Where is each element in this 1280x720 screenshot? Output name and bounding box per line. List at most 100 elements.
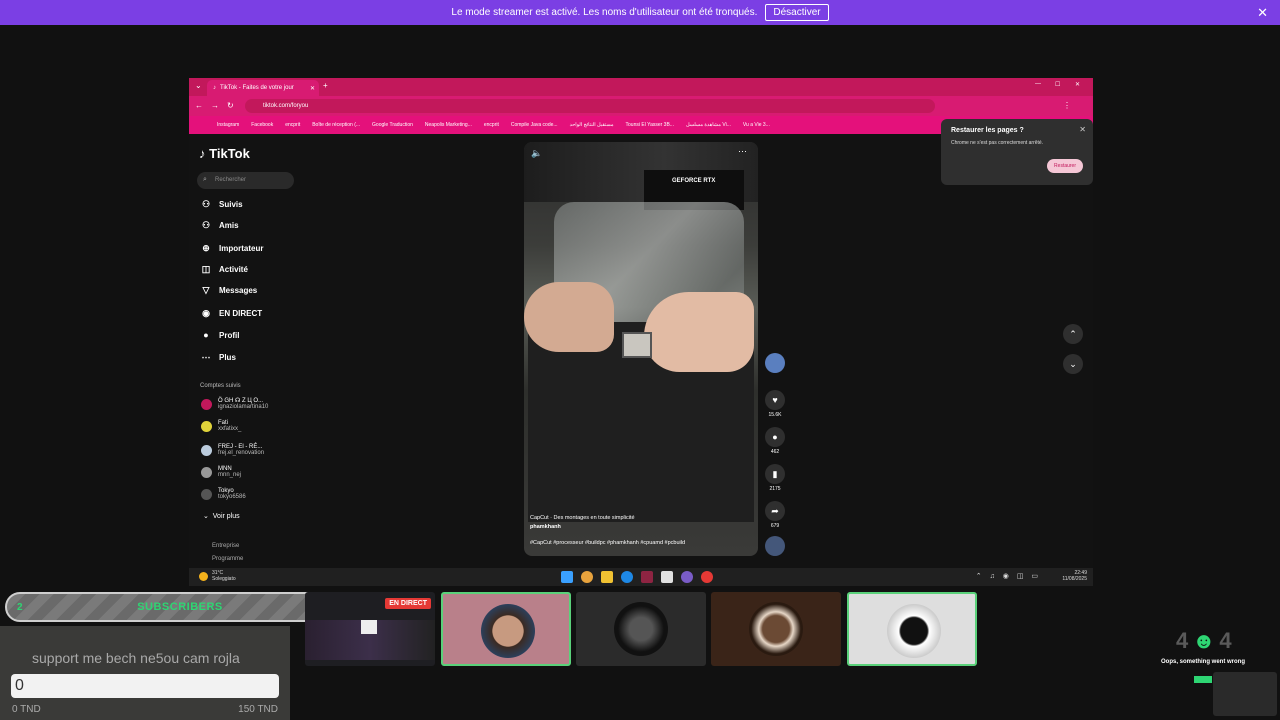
address-bar: ← → ↻ tiktok.com/foryou ⋮ [189,96,1093,116]
new-tab-icon[interactable]: + [323,81,328,90]
taskbar-apps [561,571,713,583]
gpu-box-label: GEFORCE RTX [672,178,716,184]
bookmark-item[interactable]: Compile Java code... [511,122,558,128]
nav-item-profil[interactable]: ● Profil [201,330,239,340]
more-icon: ⋯ [201,352,211,362]
capcut-label[interactable]: CapCut · Des montages en toute simplicit… [530,514,635,523]
app-icon[interactable] [641,571,653,583]
obs-icon[interactable] [681,571,693,583]
close-icon[interactable]: ✕ [1079,125,1086,134]
hand [524,282,614,352]
tiktok-favicon-icon: ♪ [213,85,216,91]
recording-icon[interactable] [701,571,713,583]
avatar [201,488,212,500]
search-input[interactable]: Rechercher [197,172,294,189]
participant-cam[interactable] [441,592,571,666]
bookmark-item[interactable]: encprit [484,122,499,128]
video-caption: CapCut · Des montages en toute simplicit… [530,514,635,532]
store-icon[interactable] [661,571,673,583]
browser-tab[interactable]: ♪ TikTok - Faites de votre jour ✕ [207,80,319,96]
nav-item-messages[interactable]: ▽ Messages [201,285,258,295]
video-hashtags[interactable]: #CapCut #processeur #buildpc #phamkhanh … [530,540,685,546]
profile-menu-icon[interactable]: ⋮ [1063,101,1071,110]
nav-item-plus[interactable]: ⋯ Plus [201,352,236,362]
popup-title: Restaurer les pages ? [951,127,1024,134]
error-widget-code: 4☻4 [1176,628,1236,653]
participant-cam[interactable] [576,592,706,666]
reload-icon[interactable]: ↻ [227,101,234,110]
system-tray-icons[interactable]: ⌃ ♫ ◉ ◫ ▭ [976,572,1041,580]
like-button[interactable]: ♥ 15.6K [763,390,787,418]
file-explorer-icon[interactable] [601,571,613,583]
maximize-icon[interactable]: ☐ [1055,81,1060,88]
avatar [481,604,535,658]
bookmark-item[interactable]: encprit [285,122,300,128]
followed-account[interactable]: FREJ - El - RÉ... frej.el_renovation [201,444,264,456]
banner-text: Le mode streamer est activé. Les noms d'… [451,7,758,18]
bookmark-item[interactable]: Facebook [251,122,273,128]
bookmark-item[interactable]: Tounsi El Yasser 3B... [626,122,674,128]
footer-link[interactable]: Programme [212,556,243,562]
donation-max: 150 TND [238,704,278,715]
chrome-icon[interactable] [581,571,593,583]
bookmark-item[interactable]: Instagram [217,122,239,128]
comment-button[interactable]: ● 462 [763,427,787,455]
url-input[interactable]: tiktok.com/foryou [245,99,935,113]
weather-widget[interactable]: 31°C Soleggiato [199,570,236,582]
bookmark-item[interactable]: مستقبل النتائج الواحد [570,122,614,128]
creator-avatar[interactable] [763,353,787,375]
bookmark-item[interactable]: Neapolis Marketing... [425,122,472,128]
edge-icon[interactable] [621,571,633,583]
messages-icon: ▽ [202,285,210,295]
followed-account[interactable]: MNN mnn_nej [201,466,241,478]
bookmark-item[interactable]: Google Traduction [372,122,413,128]
bookmark-item[interactable]: Vu a Vie 3... [743,122,770,128]
tab-close-icon[interactable]: ✕ [310,85,315,92]
chevron-up-icon[interactable]: ⌃ [1063,324,1083,344]
donation-min: 0 TND [12,704,41,715]
nav-item-importateur[interactable]: ⊕ Importateur [201,243,263,253]
taskbar-clock[interactable]: 22:49 11/08/2025 [1062,570,1087,582]
disable-streamer-button[interactable]: Désactiver [765,4,829,21]
back-icon[interactable]: ← [195,101,203,110]
followed-account[interactable]: Ö GH ☊ Z Ц O... ignaziolamartina10 [201,398,268,410]
bookmark-item[interactable]: Boîte de réception (... [312,122,360,128]
forward-icon[interactable]: → [211,101,219,110]
footer-link[interactable]: Entreprise [212,543,239,549]
nav-item-amis[interactable]: ⚇ Amis [201,220,239,230]
see-more-link[interactable]: ⌄ Voir plus [203,512,240,520]
participant-cam[interactable] [711,592,841,666]
nav-item-suivis[interactable]: ⚇ Suivis [201,199,243,209]
activity-icon: ◫ [201,264,211,274]
chevron-down-icon: ⌄ [203,513,209,520]
windows-start-icon[interactable] [561,571,573,583]
volume-icon[interactable]: 🔈 [531,148,542,159]
close-icon[interactable]: ✕ [1257,5,1268,21]
tiktok-logo[interactable]: ♪ TikTok [199,146,250,161]
search-icon: ⌕ [203,176,207,183]
participant-cam[interactable] [847,592,977,666]
followed-account[interactable]: Tokyo tokyo6586 [201,488,246,500]
restore-button[interactable]: Restaurer [1047,159,1083,173]
minimize-icon[interactable]: — [1035,81,1041,87]
nav-item-activite[interactable]: ◫ Activité [201,264,248,274]
friends-icon: ⚇ [201,220,211,230]
video-player[interactable]: GEFORCE RTX 🔈 ⋯ CapCut · Des montages en… [524,142,758,556]
tab-title: TikTok - Faites de votre jour [220,85,294,91]
avatar [749,602,803,656]
avatar [765,353,785,373]
sound-disc[interactable] [763,536,787,558]
tab-menu-icon[interactable]: ⌄ [195,81,202,90]
live-preview-cam: EN DIRECT [305,592,435,666]
bookmark-item[interactable]: مشاهدة مسلسل Vi... [686,122,731,128]
share-button[interactable]: ➦ 679 [763,501,787,529]
save-button[interactable]: ▮ 2175 [763,464,787,492]
restore-pages-popup: Restaurer les pages ? Chrome ne s'est pa… [941,119,1093,185]
chevron-down-icon[interactable]: ⌄ [1063,354,1083,374]
music-disc-icon [765,536,785,556]
followed-account[interactable]: Fati xxfatixx_ [201,420,241,432]
more-options-icon[interactable]: ⋯ [738,146,747,157]
nav-item-live[interactable]: ◉ EN DIRECT [201,308,262,318]
video-author[interactable]: phamkhanh [530,523,635,532]
window-close-icon[interactable]: ✕ [1075,81,1080,88]
